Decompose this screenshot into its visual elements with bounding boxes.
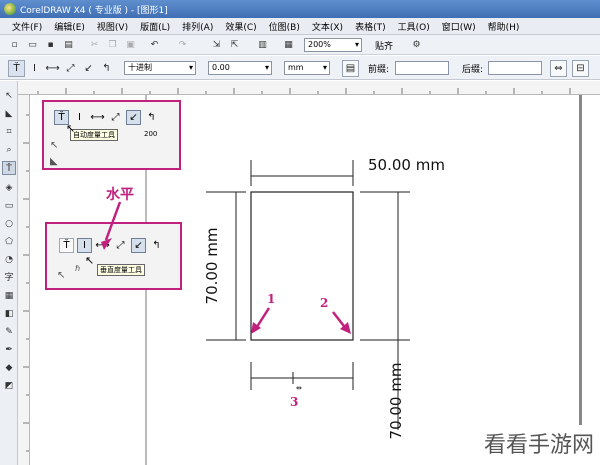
dimension-text-vertical-right[interactable]: 70.00 mm [387, 361, 405, 441]
dimension-drawing: ⇹ [101, 160, 410, 430]
cursor-arrows: ⇹ [296, 384, 302, 392]
dimension-text-vertical-left[interactable]: 70.00 mm [203, 226, 221, 306]
annotation-arrow [104, 201, 122, 241]
dimension-text-horizontal[interactable]: 50.00 mm [368, 156, 445, 174]
annotation-number-2: 2 [320, 296, 329, 310]
watermark: 看看手游网 [483, 433, 594, 458]
annotation-number-3: 3 [290, 395, 299, 409]
annotation-number-1: 1 [267, 292, 276, 306]
